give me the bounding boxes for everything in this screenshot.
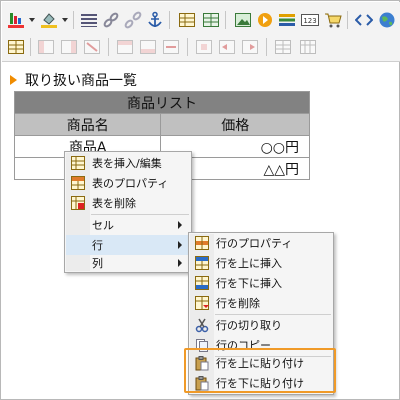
heading-text: 取り扱い商品一覧 [25,73,137,89]
table-grid-icon[interactable] [201,10,221,30]
submenu-arrow-icon [178,221,182,229]
menu-item-row-paste-below[interactable]: 行を下に貼り付け [190,373,332,393]
toolbar-separator [73,11,74,29]
editor-toolbar: 123 [2,2,400,62]
link-icon[interactable] [101,10,121,30]
cart-icon[interactable] [323,10,343,30]
menu-item-icon-slot [68,235,88,255]
copy-icon [192,335,212,355]
heading-marker-icon [10,75,17,85]
menu-item-insert-table[interactable]: 表を挿入/編集 [66,153,190,173]
paste-icon [192,353,212,373]
delete-col-icon[interactable] [82,37,102,57]
cell-props-icon[interactable] [194,37,214,57]
svg-text:123: 123 [303,17,316,25]
insert-col-left-icon[interactable] [36,37,56,57]
toolbar-separator [266,38,267,56]
unlink-icon[interactable] [123,10,143,30]
menu-item-delete-table[interactable]: 表を削除 [66,193,190,213]
menu-item-label: セル [92,219,114,232]
menu-item-label: 行を下に挿入 [216,277,282,290]
toolbar-row-1: 123 [2,8,400,34]
menu-item-row-delete[interactable]: 行を削除 [190,293,332,313]
menu-item-label: 列 [92,257,103,270]
menu-item-row-properties[interactable]: 行のプロパティ [190,233,332,253]
menu-item-label: 行のプロパティ [216,237,293,250]
cut-icon [192,315,212,335]
menu-item-row-paste-above[interactable]: 行を上に貼り付け [190,353,332,373]
horizontal-rule-icon[interactable] [79,10,99,30]
table-insert-icon [68,153,88,173]
menu-item-row-insert-above[interactable]: 行を上に挿入 [190,253,332,273]
text-color-dropdown-icon[interactable] [29,18,35,22]
menu-item-table-properties[interactable]: 表のプロパティ [66,173,190,193]
source-icon[interactable] [354,10,374,30]
insert-row-icon[interactable] [115,37,135,57]
insert-col-right-icon[interactable] [59,37,79,57]
row-submenu: 行のプロパティ 行を上に挿入 行を下に挿入 行を削除 行の切り取り 行のコピー … [188,232,334,395]
menu-item-label: 行を下に貼り付け [216,377,304,390]
row-insert-below-icon [192,273,212,293]
menu-item-label: 行を上に貼り付け [216,357,304,370]
anchor-icon[interactable] [145,10,165,30]
menu-item-label: 行を上に挿入 [216,257,282,270]
row-delete-icon [192,293,212,313]
toolbar-row-2 [2,35,400,61]
menu-item-icon-slot [68,253,88,273]
menu-item-label: 行のコピー [216,339,271,352]
layers-icon[interactable] [277,10,297,30]
toolbar-separator [30,38,31,56]
menu-item-label: 表を挿入/編集 [92,157,162,170]
merge-icon[interactable] [217,37,237,57]
editor-frame: 123 取り扱い商品一覧 商品リスト 商品名 価格 商品A ○○円 △△円 表を… [0,0,400,400]
submenu-arrow-icon [178,259,182,267]
toolbar-separator [169,11,170,29]
menu-item-label: 行の切り取り [216,319,282,332]
row-properties-icon [192,233,212,253]
menu-item-icon-slot [68,215,88,235]
page-heading: 取り扱い商品一覧 [10,72,137,89]
menu-item-row-cut[interactable]: 行の切り取り [190,315,332,335]
menu-item-label: 表のプロパティ [92,177,169,190]
menu-item-row[interactable]: 行 [66,235,190,255]
fill-color-icon[interactable] [39,10,59,30]
globe-icon[interactable] [377,10,397,30]
toolbar-separator [187,38,188,56]
table-caption[interactable]: 商品リスト [14,91,310,114]
counter-icon[interactable]: 123 [300,10,320,30]
fill-color-dropdown-icon[interactable] [62,18,68,22]
table-delete-icon [68,193,88,213]
row-insert-above-icon [192,253,212,273]
table-view-icon[interactable] [273,37,293,57]
split-icon[interactable] [240,37,260,57]
menu-item-label: 行を削除 [216,297,260,310]
submenu-arrow-icon [178,241,182,249]
menu-item-row-insert-below[interactable]: 行を下に挿入 [190,273,332,293]
table-properties-icon [68,173,88,193]
table-edit-icon[interactable] [298,37,318,57]
menu-item-column[interactable]: 列 [66,253,190,273]
merge-cells-icon[interactable] [161,37,181,57]
table-props-icon[interactable] [6,37,26,57]
context-menu: 表を挿入/編集 表のプロパティ 表を削除 セル 行 列 [64,151,192,273]
table-icon[interactable] [177,10,197,30]
menu-item-label: 行 [92,239,103,252]
header-product-name[interactable]: 商品名 [13,113,162,136]
menu-item-row-copy[interactable]: 行のコピー [190,335,332,355]
toolbar-separator [225,11,226,29]
toolbar-separator [108,38,109,56]
text-color-icon[interactable] [6,10,26,30]
toolbar-separator [347,11,348,29]
media-icon[interactable] [255,10,275,30]
split-cells-icon[interactable] [138,37,158,57]
header-price[interactable]: 価格 [160,113,310,136]
menu-item-label: 表を削除 [92,197,136,210]
menu-item-cell[interactable]: セル [66,215,190,235]
image-icon[interactable] [233,10,253,30]
paste-icon [192,373,212,393]
